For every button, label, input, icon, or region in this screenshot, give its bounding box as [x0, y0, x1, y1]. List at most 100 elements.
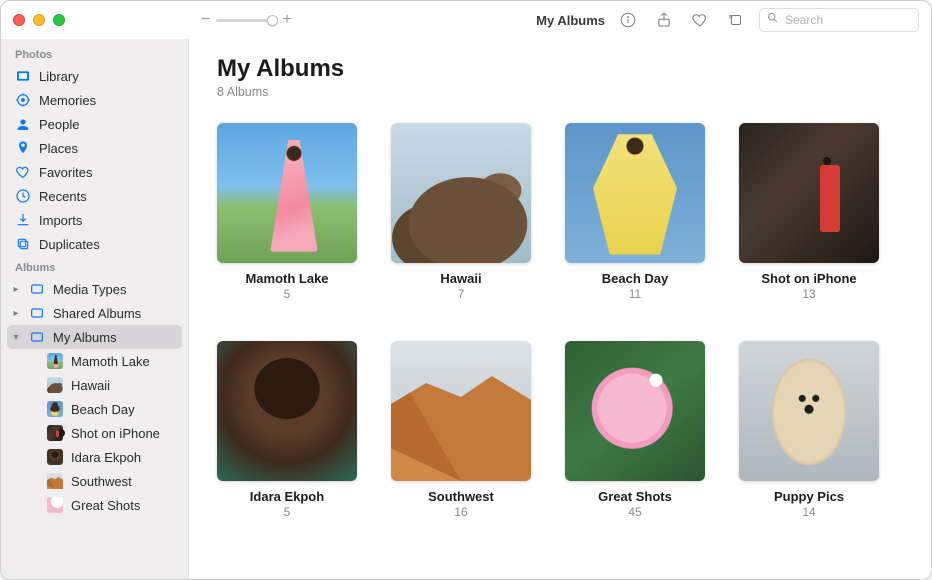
toolbar: − + My Albums — [1, 1, 931, 39]
album-cover[interactable] — [391, 341, 531, 481]
album-name: Great Shots — [565, 489, 705, 504]
share-icon[interactable] — [651, 9, 677, 31]
sidebar-item-shared-albums[interactable]: ▸ Shared Albums — [1, 301, 188, 325]
imports-icon — [15, 212, 31, 228]
sidebar-item-label: Media Types — [53, 282, 126, 297]
people-icon — [15, 116, 31, 132]
memories-icon — [15, 92, 31, 108]
page-title: My Albums — [217, 55, 903, 83]
sidebar-item-memories[interactable]: Memories — [1, 88, 188, 112]
sidebar-album-label: Beach Day — [71, 402, 135, 417]
album-count: 45 — [565, 505, 705, 519]
places-icon — [15, 140, 31, 156]
sidebar-album-thumb — [47, 353, 63, 369]
sidebar-item-library[interactable]: Library — [1, 64, 188, 88]
sidebar-album-item[interactable]: Shot on iPhone — [1, 421, 188, 445]
sidebar-album-label: Idara Ekpoh — [71, 450, 141, 465]
info-icon[interactable] — [615, 9, 641, 31]
sidebar-album-label: Mamoth Lake — [71, 354, 150, 369]
sidebar-item-media-types[interactable]: ▸ Media Types — [1, 277, 188, 301]
sidebar-item-label: Recents — [39, 189, 87, 204]
album-name: Hawaii — [391, 271, 531, 286]
sidebar-item-imports[interactable]: Imports — [1, 208, 188, 232]
sidebar-item-people[interactable]: People — [1, 112, 188, 136]
album-cover[interactable] — [739, 123, 879, 263]
search-field[interactable] — [759, 8, 919, 32]
chevron-down-icon[interactable]: ▾ — [11, 332, 21, 343]
album-card[interactable]: Idara Ekpoh5 — [217, 341, 357, 519]
album-cover[interactable] — [391, 123, 531, 263]
media-types-icon — [29, 281, 45, 297]
search-input[interactable] — [785, 13, 932, 27]
favorites-icon — [15, 164, 31, 180]
sidebar-album-item[interactable]: Southwest — [1, 469, 188, 493]
app-window: − + My Albums Photos Library Memories — [0, 0, 932, 580]
sidebar-item-label: Duplicates — [39, 237, 100, 252]
shared-albums-icon — [29, 305, 45, 321]
album-cover[interactable] — [565, 123, 705, 263]
album-card[interactable]: Puppy Pics14 — [739, 341, 879, 519]
sidebar-album-item[interactable]: Idara Ekpoh — [1, 445, 188, 469]
thumbnail-zoom-slider[interactable]: − + — [201, 11, 292, 29]
sidebar-item-places[interactable]: Places — [1, 136, 188, 160]
sidebar-album-thumb — [47, 377, 63, 393]
sidebar-album-label: Southwest — [71, 474, 132, 489]
sidebar-album-label: Hawaii — [71, 378, 110, 393]
album-card[interactable]: Great Shots45 — [565, 341, 705, 519]
search-icon — [766, 11, 779, 29]
album-cover[interactable] — [217, 123, 357, 263]
zoom-slider-track[interactable] — [216, 19, 276, 22]
recents-icon — [15, 188, 31, 204]
my-albums-icon — [29, 329, 45, 345]
album-name: Idara Ekpoh — [217, 489, 357, 504]
album-card[interactable]: Shot on iPhone13 — [739, 123, 879, 301]
sidebar-item-duplicates[interactable]: Duplicates — [1, 232, 188, 256]
album-card[interactable]: Mamoth Lake5 — [217, 123, 357, 301]
toolbar-title: My Albums — [536, 13, 605, 28]
sidebar-album-item[interactable]: Beach Day — [1, 397, 188, 421]
sidebar-item-my-albums[interactable]: ▾ My Albums — [7, 325, 182, 349]
album-count: 11 — [565, 287, 705, 301]
album-card[interactable]: Beach Day11 — [565, 123, 705, 301]
library-icon — [15, 68, 31, 84]
zoom-in-icon: + — [282, 11, 291, 29]
sidebar-item-label: Places — [39, 141, 78, 156]
favorite-icon[interactable] — [687, 9, 713, 31]
sidebar-item-label: My Albums — [53, 330, 117, 345]
chevron-right-icon[interactable]: ▸ — [11, 308, 21, 319]
sidebar-item-label: Imports — [39, 213, 82, 228]
duplicates-icon — [15, 236, 31, 252]
sidebar-album-label: Shot on iPhone — [71, 426, 160, 441]
album-card[interactable]: Hawaii7 — [391, 123, 531, 301]
album-name: Mamoth Lake — [217, 271, 357, 286]
album-cover[interactable] — [739, 341, 879, 481]
album-cover[interactable] — [565, 341, 705, 481]
album-count: 5 — [217, 287, 357, 301]
sidebar-album-item[interactable]: Great Shots — [1, 493, 188, 517]
album-cover[interactable] — [217, 341, 357, 481]
album-card[interactable]: Southwest16 — [391, 341, 531, 519]
chevron-right-icon[interactable]: ▸ — [11, 284, 21, 295]
album-count: 13 — [739, 287, 879, 301]
album-count: 16 — [391, 505, 531, 519]
album-count: 14 — [739, 505, 879, 519]
sidebar-album-item[interactable]: Mamoth Lake — [1, 349, 188, 373]
sidebar-item-favorites[interactable]: Favorites — [1, 160, 188, 184]
sidebar-section-albums: Albums — [1, 256, 188, 277]
album-name: Shot on iPhone — [739, 271, 879, 286]
sidebar-item-recents[interactable]: Recents — [1, 184, 188, 208]
page-subtitle: 8 Albums — [217, 85, 903, 99]
sidebar-album-item[interactable]: Hawaii — [1, 373, 188, 397]
sidebar-item-label: Favorites — [39, 165, 92, 180]
rotate-icon[interactable] — [723, 9, 749, 31]
sidebar-item-label: Shared Albums — [53, 306, 141, 321]
sidebar-album-thumb — [47, 449, 63, 465]
sidebar-album-label: Great Shots — [71, 498, 140, 513]
album-count: 5 — [217, 505, 357, 519]
sidebar-album-thumb — [47, 473, 63, 489]
album-name: Southwest — [391, 489, 531, 504]
album-count: 7 — [391, 287, 531, 301]
zoom-slider-thumb[interactable] — [267, 15, 278, 26]
album-grid: Mamoth Lake5Hawaii7Beach Day11Shot on iP… — [217, 123, 903, 519]
album-name: Beach Day — [565, 271, 705, 286]
